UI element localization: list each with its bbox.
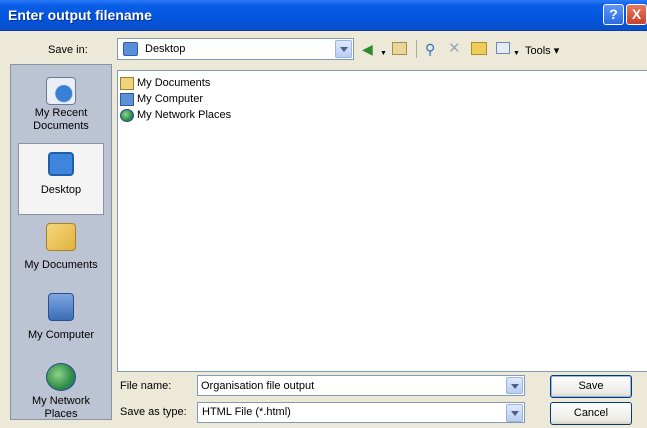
place-label: My Documents — [24, 259, 98, 271]
save-button[interactable]: Save — [550, 375, 632, 398]
my-computer-icon — [120, 93, 134, 106]
place-desktop[interactable]: Desktop — [18, 143, 104, 215]
save-in-label: Save in: — [48, 44, 88, 56]
save-in-value: Desktop — [145, 43, 186, 55]
toolbar-separator — [416, 40, 417, 58]
views-icon[interactable] — [496, 42, 510, 54]
save-as-type-dropdown[interactable]: HTML File (*.html) — [197, 402, 525, 423]
chevron-down-icon[interactable] — [335, 40, 352, 58]
cancel-button[interactable]: Cancel — [550, 402, 632, 425]
up-folder-icon[interactable] — [392, 42, 407, 55]
my-documents-icon — [120, 77, 134, 90]
place-label: Places — [44, 408, 78, 420]
place-label: Documents — [33, 120, 89, 132]
close-button[interactable]: X — [626, 4, 647, 25]
my-computer-icon — [48, 293, 74, 321]
place-label: My Computer — [27, 329, 95, 341]
list-item-label: My Network Places — [137, 109, 232, 121]
place-label: Desktop — [40, 184, 82, 196]
network-places-icon — [120, 109, 134, 122]
places-bar: My Recent Documents Desktop My Documents… — [10, 64, 112, 420]
tools-label: Tools — [525, 45, 551, 57]
list-item-label: My Documents — [137, 77, 211, 89]
title-bar[interactable]: Enter output filename ? X — [0, 0, 647, 31]
place-my-documents[interactable]: My Documents — [11, 223, 111, 272]
back-dropdown-icon[interactable]: ▼ — [380, 47, 387, 61]
desktop-icon — [48, 152, 74, 176]
new-folder-icon[interactable] — [471, 42, 487, 55]
back-icon[interactable]: ◀ — [362, 42, 373, 56]
place-my-recent-documents[interactable]: My Recent Documents — [11, 77, 111, 133]
views-dropdown-icon[interactable]: ▼ — [513, 47, 520, 61]
file-name-label: File name: — [120, 380, 172, 392]
file-list[interactable]: My Documents My Computer My Network Plac… — [117, 70, 647, 372]
file-name-input[interactable] — [197, 375, 525, 396]
window-title: Enter output filename — [8, 7, 152, 23]
delete-icon[interactable]: ✕ — [448, 41, 461, 56]
help-button[interactable]: ? — [603, 4, 624, 25]
save-as-type-label: Save as type: — [120, 406, 187, 418]
tools-menu[interactable]: Tools ▾ — [525, 44, 559, 58]
save-as-type-value: HTML File (*.html) — [202, 406, 291, 418]
place-my-network-places[interactable]: My Network Places — [11, 363, 111, 421]
place-my-computer[interactable]: My Computer — [11, 293, 111, 342]
chevron-down-icon[interactable] — [506, 404, 523, 422]
place-label: My Recent — [34, 107, 88, 119]
network-places-icon — [46, 363, 76, 391]
desktop-icon — [123, 42, 138, 56]
search-web-icon[interactable]: ⚲ — [425, 42, 435, 56]
chevron-down-icon[interactable] — [506, 377, 523, 394]
recent-documents-icon — [46, 77, 76, 105]
my-documents-icon — [46, 223, 76, 251]
list-item-label: My Computer — [137, 93, 204, 105]
save-in-dropdown[interactable]: Desktop — [117, 38, 354, 60]
place-label: My Network — [31, 395, 91, 407]
